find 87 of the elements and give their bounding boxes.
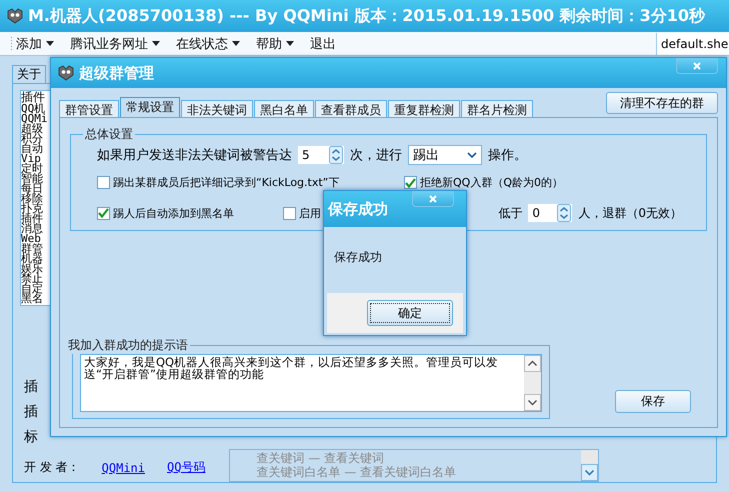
list-item[interactable]: QQ机 (21, 104, 51, 114)
message-text: 保存成功 (333, 249, 383, 266)
checkbox-label: 拒绝新QQ入群（Q龄为0的） (420, 175, 563, 190)
checkbox[interactable] (97, 206, 110, 220)
list-item[interactable]: 定时 (21, 164, 51, 174)
member-count-spinner[interactable]: 0 (528, 204, 572, 222)
checkbox[interactable] (283, 206, 296, 220)
tab[interactable]: 群管设置 (59, 100, 119, 117)
setting-text: 次，进行 (350, 147, 402, 164)
scrollbar[interactable] (581, 450, 598, 481)
close-button[interactable] (676, 58, 718, 74)
command-text: 查关键词 — 查看关键词 (256, 451, 386, 465)
robot-icon (6, 8, 24, 24)
tab[interactable]: 非法关键词 (181, 100, 253, 117)
list-item[interactable]: QQMi (21, 114, 51, 124)
menu-item[interactable]: 腾讯业务网址 (67, 34, 163, 52)
list-item[interactable]: 插件 (21, 214, 51, 224)
robot-icon (57, 65, 75, 81)
plugin-list[interactable]: 插件 QQ机 QQMi 超级 积分 自动 Vip 定时 智能 每日 移除 扑克 插件 消息 Web 群管 机器 娱乐 禁止 自定 黑名 (20, 90, 52, 306)
warning-count-spinner[interactable]: 5 (298, 146, 344, 164)
list-item[interactable]: 禁止 (21, 274, 51, 284)
group-legend: 总体设置 (83, 126, 135, 143)
info-label: 标 (24, 428, 39, 445)
close-button[interactable] (412, 191, 454, 207)
setting-text: 人，退群（0无效） (578, 204, 682, 222)
setting-text: 低于 (498, 204, 522, 222)
list-item[interactable]: 消息 (21, 224, 51, 234)
ok-button[interactable]: 确定 (367, 300, 453, 326)
list-item[interactable]: Vip (21, 154, 51, 164)
list-item[interactable]: 移除 (21, 194, 51, 204)
setting-text: 如果用户发送非法关键词被警告达 (97, 147, 292, 164)
welcome-textarea[interactable]: 大家好，我是QQ机器人很高兴来到这个群，以后还望多多关照。管理员可以发送“开启群管”使用超级群管的功能 (80, 354, 542, 412)
close-icon (429, 194, 437, 202)
group-legend: 我加入群成功的提示语 (66, 337, 190, 354)
action-dropdown[interactable]: 踢出 (408, 145, 482, 165)
tab[interactable]: 重复群检测 (388, 100, 460, 117)
developer-link[interactable]: QQMini (102, 460, 145, 474)
list-item[interactable]: 群管 (21, 244, 51, 254)
list-item[interactable]: Web (21, 234, 51, 244)
info-label: 插 (24, 403, 39, 420)
checkbox-label: 启用 (299, 206, 321, 220)
clear-groups-button[interactable]: 清理不存在的群 (606, 92, 718, 114)
tab[interactable]: 常规设置 (120, 97, 180, 117)
tab[interactable]: 关于 (12, 65, 46, 83)
developer-link[interactable]: QQ号码 (167, 459, 206, 476)
grip-icon (10, 36, 13, 52)
list-item[interactable]: 扑克 (21, 204, 51, 214)
tab[interactable]: 黑白名单 (254, 100, 314, 117)
info-label: 插 (24, 378, 39, 395)
menu-item[interactable]: 在线状态 (173, 34, 243, 52)
command-text: 查关键词白名单 — 查看关键词白名单 (256, 465, 458, 479)
scroll-down-icon (524, 394, 541, 411)
window-title: M.机器人(2085700138) --- By QQMini 版本：2015.01.19.1500 剩余时间：3分10秒 (28, 6, 706, 26)
dialog-title: 保存成功 (328, 200, 388, 218)
menu-item[interactable]: 添加 (13, 34, 57, 52)
setting-text: 操作。 (488, 147, 527, 164)
list-item[interactable]: 积分 (21, 134, 51, 144)
list-header: 插件 (21, 91, 46, 104)
checkbox-label: 踢出某群成员后把详细记录到“KickLog.txt”下 (113, 175, 340, 190)
check-icon (405, 178, 416, 188)
developer-label: 开 发 者： (24, 459, 80, 476)
list-item[interactable]: 每日 (21, 184, 51, 194)
chevron-down-icon (467, 152, 477, 158)
close-icon (693, 62, 701, 70)
list-item[interactable]: 超级 (21, 124, 51, 134)
menu-item[interactable]: 帮助 (253, 34, 297, 52)
checkbox[interactable] (97, 176, 110, 189)
dialog-title: 超级群管理 (79, 64, 154, 82)
skin-field[interactable]: default.she (656, 32, 729, 54)
list-item[interactable]: 娱乐 (21, 264, 51, 274)
menu-item[interactable]: 退出 (307, 34, 339, 52)
list-item[interactable]: 自定 (21, 284, 51, 294)
checkbox-label: 踢人后自动添加到黑名单 (113, 206, 234, 220)
spin-arrows-icon (557, 204, 572, 222)
welcome-text: 大家好，我是QQ机器人很高兴来到这个群，以后还望多多关照。管理员可以发送“开启群管”使用超级群管的功能 (83, 355, 500, 383)
scroll-up-icon (524, 355, 541, 372)
scrollbar[interactable] (524, 355, 541, 411)
list-item[interactable]: 黑名 (21, 294, 51, 304)
save-button[interactable]: 保存 (615, 390, 691, 413)
list-item[interactable]: 机器 (21, 254, 51, 264)
tab[interactable]: 群名片检测 (461, 100, 533, 117)
list-item[interactable]: 自动 (21, 144, 51, 154)
tab[interactable]: 查看群成员 (315, 100, 387, 117)
spin-arrows-icon (329, 146, 343, 164)
list-item[interactable]: 智能 (21, 174, 51, 184)
check-icon (98, 208, 109, 218)
checkbox[interactable] (404, 176, 417, 189)
